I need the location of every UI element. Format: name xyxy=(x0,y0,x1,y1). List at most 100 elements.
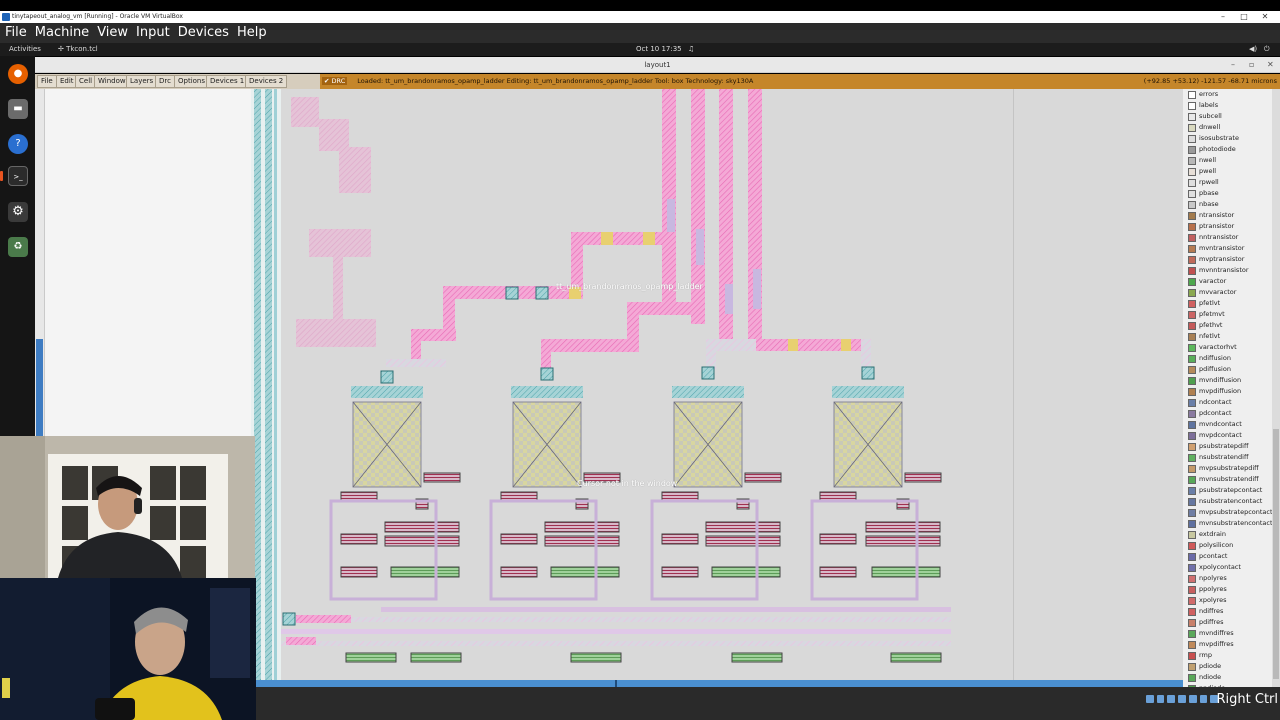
bottom-bus xyxy=(381,607,951,612)
vbox-menu-help[interactable]: Help xyxy=(237,23,267,43)
layer-row-pdiffusion[interactable]: pdiffusion xyxy=(1183,364,1280,375)
layer-row-mvpsubstratepdiff[interactable]: mvpsubstratepdiff xyxy=(1183,463,1280,474)
magic-menu-devices-2[interactable]: Devices 2 xyxy=(245,75,288,88)
scroll-thumb[interactable] xyxy=(615,680,617,687)
layer-row-nsubstratencontact[interactable]: nsubstratencontact xyxy=(1183,496,1280,507)
layer-row-nbase[interactable]: nbase xyxy=(1183,199,1280,210)
firefox-icon[interactable]: ● xyxy=(8,64,28,84)
layer-row-subcell[interactable]: subcell xyxy=(1183,111,1280,122)
layer-row-mvnsubstratencontact[interactable]: mvnsubstratencontact xyxy=(1183,518,1280,529)
layer-row-photodiode[interactable]: photodiode xyxy=(1183,144,1280,155)
activities-button[interactable]: Activities xyxy=(9,43,41,56)
layers-scrollbar[interactable] xyxy=(1272,89,1280,687)
layer-row-mvpdiffusion[interactable]: mvpdiffusion xyxy=(1183,386,1280,397)
layer-row-psubstratepcontact[interactable]: psubstratepcontact xyxy=(1183,485,1280,496)
layer-row-mvntransistor[interactable]: mvntransistor xyxy=(1183,243,1280,254)
maximize-icon[interactable]: ▫ xyxy=(1249,57,1254,73)
display-icon[interactable] xyxy=(1199,695,1208,703)
layer-row-mvvaractor[interactable]: mvvaractor xyxy=(1183,287,1280,298)
layer-row-nsubstratendiff[interactable]: nsubstratendiff xyxy=(1183,452,1280,463)
usb-icon[interactable] xyxy=(1167,695,1176,703)
power-icon[interactable]: ⏻ xyxy=(1264,43,1270,56)
layer-row-mvpdiffres[interactable]: mvpdiffres xyxy=(1183,639,1280,650)
app-menu-tkcon[interactable]: ✢ Tkcon.tcl xyxy=(58,43,98,56)
layer-row-pbase[interactable]: pbase xyxy=(1183,188,1280,199)
volume-icon[interactable]: ◀) xyxy=(1249,43,1257,56)
layer-row-ntransistor[interactable]: ntransistor xyxy=(1183,210,1280,221)
layer-row-ndiffres[interactable]: ndiffres xyxy=(1183,606,1280,617)
minimize-icon[interactable]: – xyxy=(1231,57,1235,73)
layer-row-pdcontact[interactable]: pdcontact xyxy=(1183,408,1280,419)
layer-row-labels[interactable]: labels xyxy=(1183,100,1280,111)
layer-row-rmp[interactable]: rmp xyxy=(1183,650,1280,661)
layer-row-mvndiffres[interactable]: mvndiffres xyxy=(1183,628,1280,639)
trash-icon[interactable]: ♻ xyxy=(8,237,28,257)
layer-row-isosubstrate[interactable]: isosubstrate xyxy=(1183,133,1280,144)
scroll-thumb[interactable] xyxy=(1273,429,1279,679)
layer-row-pdiffres[interactable]: pdiffres xyxy=(1183,617,1280,628)
vbox-menu-input[interactable]: Input xyxy=(136,23,170,43)
maximize-icon[interactable]: □ xyxy=(1233,11,1255,23)
magic-menu-options[interactable]: Options xyxy=(174,75,210,88)
minimize-icon[interactable]: – xyxy=(1212,11,1234,23)
hdd-icon[interactable] xyxy=(1146,695,1154,703)
layer-row-psubstratepdiff[interactable]: psubstratepdiff xyxy=(1183,441,1280,452)
layer-row-nntransistor[interactable]: nntransistor xyxy=(1183,232,1280,243)
magic-menu-layers[interactable]: Layers xyxy=(126,75,158,88)
vbox-menu-devices[interactable]: Devices xyxy=(178,23,229,43)
layer-row-mvptransistor[interactable]: mvptransistor xyxy=(1183,254,1280,265)
magic-menu-file[interactable]: File xyxy=(37,75,57,88)
layer-row-extdrain[interactable]: extdrain xyxy=(1183,529,1280,540)
magic-menu-devices-1[interactable]: Devices 1 xyxy=(206,75,249,88)
layer-row-mvpsubstratepcontact[interactable]: mvpsubstratepcontact xyxy=(1183,507,1280,518)
layout-canvas[interactable]: tt_um_brandonramos_opamp_ladder Cursor n… xyxy=(251,89,1183,680)
vbox-menu-machine[interactable]: Machine xyxy=(35,23,89,43)
layer-row-ptransistor[interactable]: ptransistor xyxy=(1183,221,1280,232)
layer-row-mvndcontact[interactable]: mvndcontact xyxy=(1183,419,1280,430)
close-icon[interactable]: ✕ xyxy=(1267,57,1274,73)
layer-row-mvpdcontact[interactable]: mvpdcontact xyxy=(1183,430,1280,441)
layer-row-pwell[interactable]: pwell xyxy=(1183,166,1280,177)
layer-row-ndiffusion[interactable]: ndiffusion xyxy=(1183,353,1280,364)
layer-row-rpwell[interactable]: rpwell xyxy=(1183,177,1280,188)
layer-row-mvnntransistor[interactable]: mvnntransistor xyxy=(1183,265,1280,276)
magic-menu-window[interactable]: Window xyxy=(94,75,130,88)
layer-row-ndiode[interactable]: ndiode xyxy=(1183,672,1280,683)
layer-row-mvnsubstratendiff[interactable]: mvnsubstratendiff xyxy=(1183,474,1280,485)
terminal-icon[interactable]: >_ xyxy=(8,166,28,186)
scroll-thumb[interactable] xyxy=(36,339,43,436)
layer-row-nfetlvt[interactable]: nfetlvt xyxy=(1183,331,1280,342)
close-icon[interactable]: ✕ xyxy=(1254,11,1276,23)
cd-icon[interactable] xyxy=(1156,695,1165,703)
help-icon[interactable]: ? xyxy=(8,134,28,154)
layer-row-mvndiffusion[interactable]: mvndiffusion xyxy=(1183,375,1280,386)
shared-folder-icon[interactable] xyxy=(1188,695,1197,703)
settings-icon[interactable]: ⚙ xyxy=(8,202,28,222)
layer-row-dnwell[interactable]: dnwell xyxy=(1183,122,1280,133)
layer-row-pdiode[interactable]: pdiode xyxy=(1183,661,1280,672)
vbox-menu-view[interactable]: View xyxy=(97,23,128,43)
clock[interactable]: Oct 10 17:35 xyxy=(636,43,682,56)
layer-row-ppolyres[interactable]: ppolyres xyxy=(1183,584,1280,595)
layer-row-pfetmvt[interactable]: pfetmvt xyxy=(1183,309,1280,320)
layer-row-varactor[interactable]: varactor xyxy=(1183,276,1280,287)
magic-menu-cell[interactable]: Cell xyxy=(75,75,97,88)
layer-row-varactorhvt[interactable]: varactorhvt xyxy=(1183,342,1280,353)
layer-row-npolyres[interactable]: npolyres xyxy=(1183,573,1280,584)
layer-row-xpolyres[interactable]: xpolyres xyxy=(1183,595,1280,606)
vbox-menu-file[interactable]: File xyxy=(5,23,27,43)
magic-menu-drc[interactable]: Drc xyxy=(155,75,175,88)
layer-row-pfetlvt[interactable]: pfetlvt xyxy=(1183,298,1280,309)
screen: { "vbox": { "window_title": "tinytapeout… xyxy=(0,0,1280,720)
layer-row-xpolycontact[interactable]: xpolycontact xyxy=(1183,562,1280,573)
layer-row-pcontact[interactable]: pcontact xyxy=(1183,551,1280,562)
layer-row-errors[interactable]: errors xyxy=(1183,89,1280,100)
layer-row-pfethvt[interactable]: pfethvt xyxy=(1183,320,1280,331)
layer-row-ndcontact[interactable]: ndcontact xyxy=(1183,397,1280,408)
drc-indicator[interactable]: ✔ DRC xyxy=(322,77,348,85)
horizontal-scrollbar[interactable] xyxy=(256,680,1183,687)
network-icon[interactable] xyxy=(1178,695,1186,703)
files-icon[interactable]: ▬ xyxy=(8,99,28,119)
layer-row-nwell[interactable]: nwell xyxy=(1183,155,1280,166)
layer-row-polysilicon[interactable]: polysilicon xyxy=(1183,540,1280,551)
